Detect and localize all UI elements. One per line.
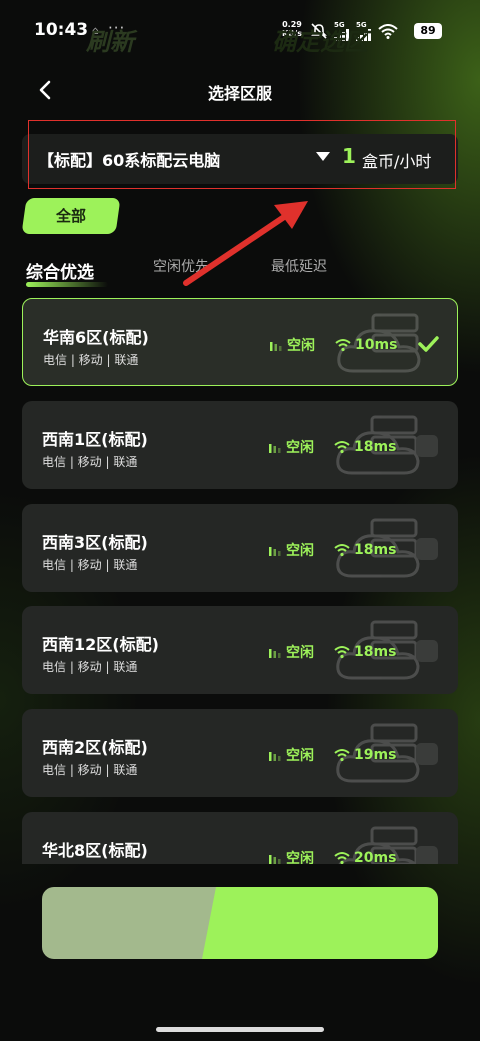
server-status: 空闲 18ms xyxy=(268,540,396,560)
idle-status-label: 空闲 xyxy=(286,851,314,864)
server-isp: 电信 | 移动 | 联通 xyxy=(42,558,138,572)
server-name: 华南6区(标配) xyxy=(43,328,149,347)
status-time: 10:43 xyxy=(34,20,89,40)
idle-status-label: 空闲 xyxy=(286,543,314,559)
battery-icon: 89 xyxy=(414,23,442,39)
annotation-arrow-icon xyxy=(183,201,308,286)
server-status: 空闲 10ms xyxy=(269,335,397,355)
server-card[interactable]: 西南3区(标配) 电信 | 移动 | 联通 空闲 18ms xyxy=(22,504,458,592)
latency-wifi-icon xyxy=(335,339,351,352)
server-list[interactable]: 华南6区(标配) 电信 | 移动 | 联通 空闲 10ms 西南1区(标配) 电信 | 移… xyxy=(22,298,458,864)
selected-check-icon[interactable] xyxy=(417,333,439,355)
server-isp: 电信 | 移动 | 联通 xyxy=(43,353,139,367)
latency-wifi-icon xyxy=(334,441,350,454)
idle-status-icon xyxy=(269,855,281,864)
wifi-status-icon xyxy=(378,23,398,39)
server-card[interactable]: 西南2区(标配) 电信 | 移动 | 联通 空闲 19ms xyxy=(22,709,458,797)
filter-chip-all[interactable]: 全部 xyxy=(21,198,121,234)
latency-value: 18ms xyxy=(354,644,397,660)
latency-wifi-icon xyxy=(334,544,350,557)
tab-active-indicator xyxy=(26,282,108,287)
refresh-button[interactable] xyxy=(42,887,232,959)
latency-value: 10ms xyxy=(355,337,398,353)
server-card[interactable]: 华南6区(标配) 电信 | 移动 | 联通 空闲 10ms xyxy=(22,298,458,386)
annotation-highlight-box xyxy=(28,120,456,189)
select-checkbox[interactable] xyxy=(416,846,438,864)
idle-status-icon xyxy=(269,752,281,761)
refresh-button-label: 刷新 xyxy=(86,28,134,56)
select-checkbox[interactable] xyxy=(416,435,438,457)
server-isp: 电信 | 移动 | 联通 xyxy=(42,660,138,674)
confirm-button-label: 确定选区 xyxy=(272,28,368,56)
select-checkbox[interactable] xyxy=(416,640,438,662)
latency-value: 18ms xyxy=(354,439,397,455)
idle-status-label: 空闲 xyxy=(286,645,314,661)
idle-status-icon xyxy=(269,649,281,658)
server-name: 西南1区(标配) xyxy=(42,430,148,449)
latency-value: 18ms xyxy=(354,542,397,558)
server-status: 空闲 18ms xyxy=(268,642,396,662)
home-indicator[interactable] xyxy=(156,1027,324,1032)
idle-status-label: 空闲 xyxy=(286,440,314,456)
idle-status-icon xyxy=(270,342,282,351)
server-isp: 电信 | 移动 | 联通 xyxy=(42,455,138,469)
server-card[interactable]: 华北8区(标配)电信 | 移动 | 联通空闲20ms xyxy=(22,812,458,864)
select-checkbox[interactable] xyxy=(416,743,438,765)
idle-status-icon xyxy=(269,547,281,556)
filter-chip-label: 全部 xyxy=(55,207,86,225)
server-status: 空闲 19ms xyxy=(268,745,396,765)
server-name: 西南3区(标配) xyxy=(42,533,148,552)
latency-value: 19ms xyxy=(354,747,397,763)
idle-status-icon xyxy=(269,444,281,453)
server-status: 空闲 18ms xyxy=(268,437,396,457)
server-card[interactable]: 西南12区(标配) 电信 | 移动 | 联通 空闲 18ms xyxy=(22,606,458,694)
server-isp: 电信 | 移动 | 联通 xyxy=(42,763,138,777)
select-checkbox[interactable] xyxy=(416,538,438,560)
latency-wifi-icon xyxy=(334,852,350,864)
latency-wifi-icon xyxy=(334,646,350,659)
server-name: 西南12区(标配) xyxy=(42,635,159,654)
server-card[interactable]: 西南1区(标配) 电信 | 移动 | 联通 空闲 18ms xyxy=(22,401,458,489)
server-name: 西南2区(标配) xyxy=(42,738,148,757)
server-name: 华北8区(标配) xyxy=(42,841,148,860)
latency-value: 20ms xyxy=(354,850,397,864)
tab-comprehensive[interactable]: 综合优选 xyxy=(26,258,94,283)
page-title: 选择区服 xyxy=(207,84,272,103)
server-status: 空闲 20ms xyxy=(268,848,396,864)
confirm-server-button[interactable] xyxy=(202,887,438,959)
latency-wifi-icon xyxy=(334,749,350,762)
status-bar: 10:43 ⌂ ··· 0.29 KB/s 5G 5G 89 xyxy=(0,0,480,62)
idle-status-label: 空闲 xyxy=(287,338,315,354)
idle-status-label: 空闲 xyxy=(286,748,314,764)
